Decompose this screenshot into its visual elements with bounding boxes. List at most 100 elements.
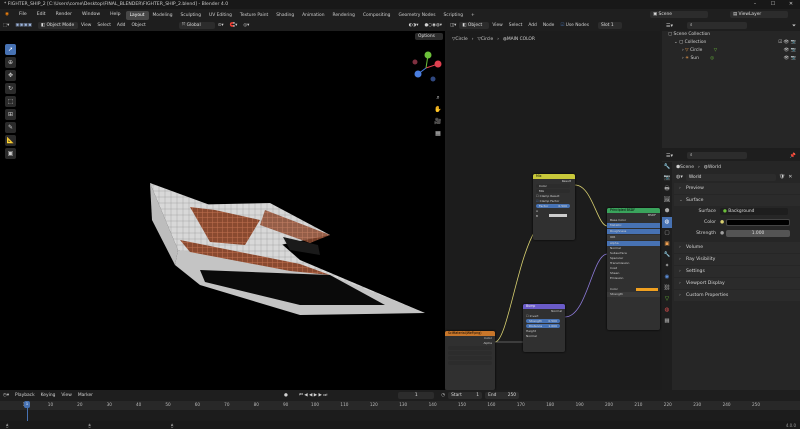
- world-tab-icon[interactable]: ◍: [662, 217, 672, 228]
- panel-custom-properties[interactable]: Custom Properties: [674, 290, 800, 301]
- physics-tab-icon[interactable]: ◉: [662, 272, 672, 283]
- properties-type-icon[interactable]: ☰▾: [666, 153, 673, 159]
- transform-orientation[interactable]: ⤧ Global: [178, 22, 215, 29]
- snap-icon[interactable]: 🧲▾: [227, 20, 241, 31]
- use-nodes-checkbox[interactable]: ☑ Use Nodes: [557, 20, 592, 31]
- move-icon[interactable]: ✥: [5, 70, 16, 81]
- mix-node[interactable]: Mix Result Color Mix ☐ Clamp Result ☑ Cl…: [533, 174, 575, 240]
- end-frame-field[interactable]: End 250: [485, 392, 520, 399]
- properties-search-input[interactable]: ⌕: [687, 152, 747, 159]
- select-box-icon[interactable]: ➚: [5, 44, 16, 55]
- transform-icon[interactable]: ⊞: [5, 109, 16, 120]
- world-browse-icon[interactable]: ◍▾: [676, 174, 683, 180]
- close-icon[interactable]: ✕: [782, 0, 800, 9]
- mix-blend-select[interactable]: Mix: [536, 189, 570, 193]
- scene-tab-icon[interactable]: ⬢: [662, 206, 672, 217]
- camera-view-icon[interactable]: 🎥: [433, 116, 443, 128]
- mode-selector[interactable]: ◧ Object Mode: [37, 22, 78, 29]
- annotate-icon[interactable]: ✎: [5, 122, 16, 133]
- particles-tab-icon[interactable]: ✦: [662, 261, 672, 272]
- node-menu-add[interactable]: Add: [525, 20, 540, 31]
- tab-layout[interactable]: Layout: [125, 10, 149, 20]
- viewport-menu-add[interactable]: Add: [114, 20, 129, 31]
- mix-factor-field[interactable]: Factor 0.500: [536, 204, 570, 208]
- timeline-track[interactable]: [0, 410, 800, 421]
- options-dropdown[interactable]: Options: [415, 33, 443, 40]
- tab-uv-editing[interactable]: UV Editing: [205, 11, 236, 20]
- proportional-edit-icon[interactable]: ◎▾: [240, 20, 252, 31]
- maximize-icon[interactable]: ☐: [764, 0, 782, 9]
- spaceship-model[interactable]: [0, 20, 445, 390]
- viewport-menu-select[interactable]: Select: [94, 20, 114, 31]
- panel-volume[interactable]: Volume: [674, 242, 800, 253]
- bsdf-roughness[interactable]: Roughness: [607, 229, 660, 234]
- mix-b-color-swatch[interactable]: [549, 214, 568, 217]
- pin-icon[interactable]: 📌: [790, 153, 800, 159]
- preview-range-icon[interactable]: ◷: [438, 390, 448, 401]
- collection-tab-icon[interactable]: ▢: [662, 228, 672, 239]
- menu-help[interactable]: Help: [105, 9, 125, 20]
- tab-geometry-nodes[interactable]: Geometry Nodes: [394, 11, 439, 20]
- zoom-icon[interactable]: ⌕: [433, 92, 443, 104]
- cursor-icon[interactable]: ⊕: [5, 57, 16, 68]
- scene-selector[interactable]: ▣ Scene: [650, 11, 708, 18]
- tab-animation[interactable]: Animation: [298, 11, 328, 20]
- menu-edit[interactable]: Edit: [32, 9, 51, 20]
- fake-user-icon[interactable]: 🛡: [779, 174, 785, 180]
- view-layer-tab-icon[interactable]: 🖼: [662, 195, 672, 206]
- tab-modeling[interactable]: Modeling: [149, 11, 177, 20]
- world-selector[interactable]: ◍▾ World 🛡 ✕: [674, 172, 800, 182]
- node-menu-node[interactable]: Node: [540, 20, 557, 31]
- outliner-item-collection[interactable]: ⌄ ▢ Collection ☑ 👁 📷: [662, 39, 800, 47]
- filter-icon[interactable]: ⏷: [792, 23, 800, 29]
- panel-viewport-display[interactable]: Viewport Display: [674, 278, 800, 289]
- select-mode-icons[interactable]: ▣▣▣▣: [12, 20, 35, 31]
- circle-visibility-icons[interactable]: 👁 📷: [784, 47, 796, 55]
- ortho-grid-icon[interactable]: ▦: [433, 128, 443, 140]
- surface-shader-field[interactable]: ● Background: [720, 208, 788, 215]
- image-interp-field[interactable]: [448, 351, 492, 355]
- menu-window[interactable]: Window: [77, 9, 105, 20]
- outliner-item-sun[interactable]: › ☀ Sun ◎ 👁 📷: [662, 55, 800, 63]
- material-tab-icon[interactable]: ◍: [662, 305, 672, 316]
- emission-color-swatch[interactable]: [636, 288, 658, 291]
- tab-shading[interactable]: Shading: [272, 11, 298, 20]
- shading-modes-icon[interactable]: ●○◉◍▾: [421, 20, 445, 31]
- tab-scripting[interactable]: Scripting: [440, 11, 468, 20]
- viewport-overlays-icon[interactable]: ◐◑▾: [406, 20, 422, 31]
- bump-node[interactable]: Bump Normal ☐ Invert Strength 0.500 Dista…: [523, 304, 565, 352]
- outliner-item-circle[interactable]: › ▽ Circle ▽ 👁 📷: [662, 47, 800, 55]
- viewport-menu-object[interactable]: Object: [128, 20, 148, 31]
- bsdf-ior[interactable]: IOR: [607, 235, 660, 240]
- panel-preview[interactable]: Preview: [674, 183, 800, 194]
- menu-render[interactable]: Render: [51, 9, 77, 20]
- sun-visibility-icons[interactable]: 👁 📷: [784, 55, 796, 63]
- shader-node-editor[interactable]: Mix Result Color Mix ☐ Clamp Result ☑ Cl…: [445, 20, 660, 390]
- strength-field[interactable]: 1.000: [726, 230, 791, 237]
- pivot-icon[interactable]: ⊙▾: [215, 20, 227, 31]
- node-menu-select[interactable]: Select: [506, 20, 526, 31]
- rotate-icon[interactable]: ↻: [5, 83, 16, 94]
- breadcrumb-object[interactable]: Circle: [455, 37, 467, 42]
- image-projection-field[interactable]: [448, 356, 492, 360]
- outliner-scene-collection[interactable]: ▢ Scene Collection: [662, 31, 800, 39]
- playback-controls[interactable]: ⏮ ◀ ◀ ▶ ▶ ⏭: [296, 390, 330, 401]
- unlink-icon[interactable]: ✕: [788, 174, 792, 180]
- playhead[interactable]: 1: [24, 401, 30, 421]
- node-tree-type-select[interactable]: ◧ Object: [459, 22, 490, 29]
- add-workspace-icon[interactable]: +: [467, 11, 479, 20]
- bump-strength-field[interactable]: Strength 0.500: [526, 319, 560, 323]
- texture-tab-icon[interactable]: ▦: [662, 316, 672, 327]
- world-color-swatch[interactable]: [726, 219, 791, 226]
- timeline-menu-marker[interactable]: Marker: [75, 390, 96, 401]
- bsdf-emission[interactable]: Emission: [607, 276, 660, 281]
- timeline-type-icon[interactable]: ◷▾: [0, 390, 12, 401]
- navigation-gizmo[interactable]: [408, 50, 444, 86]
- image-extension-field[interactable]: [448, 361, 492, 365]
- tab-texture-paint[interactable]: Texture Paint: [236, 11, 272, 20]
- output-tab-icon[interactable]: 🖶: [662, 184, 672, 195]
- tab-rendering[interactable]: Rendering: [329, 11, 359, 20]
- breadcrumb-material[interactable]: MAIN COLOR: [507, 37, 535, 42]
- render-tab-icon[interactable]: 📷: [662, 173, 672, 184]
- image-texture-node[interactable]: SciMaterial(WeP.png) Color Alpha: [445, 331, 495, 390]
